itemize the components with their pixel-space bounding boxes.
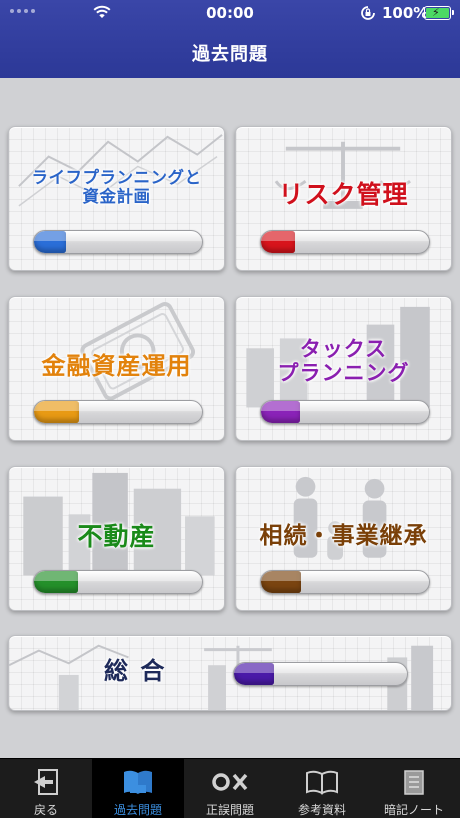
category-card-financial-assets[interactable]: 金融資産運用 [8, 296, 225, 441]
battery-icon: ⚡ [424, 6, 454, 20]
overall-progress-bar [233, 662, 408, 686]
category-card-tax-planning[interactable]: タックス プランニング [235, 296, 452, 441]
tab-back[interactable]: 戻る [0, 759, 92, 818]
category-card-risk-management[interactable]: リスク管理 [235, 126, 452, 271]
progress-bar [33, 570, 203, 594]
overall-label: 総 合 [104, 657, 167, 685]
tab-notes[interactable]: 暗記ノート [368, 759, 460, 818]
true-false-icon [212, 773, 248, 791]
tab-label: 参考資料 [297, 803, 346, 817]
category-label: リスク管理 [278, 180, 409, 209]
battery-percent: 100% [382, 4, 429, 22]
category-label-line2: 資金計画 [82, 186, 151, 206]
tab-references[interactable]: 参考資料 [276, 759, 368, 818]
progress-bar [33, 400, 203, 424]
progress-bar [260, 230, 430, 254]
progress-bar [33, 230, 203, 254]
category-card-overall[interactable]: 総 合 [8, 635, 452, 711]
progress-bar [260, 570, 430, 594]
tab-bar: 戻る 過去問題 正誤問題 参考資料 暗記ノート [0, 758, 460, 818]
status-bar: 00:00 100% ⚡ [0, 0, 460, 26]
page-title: 過去問題 [192, 44, 268, 65]
category-label: 不動産 [77, 522, 156, 551]
app-header: 00:00 100% ⚡ 過去問題 [0, 0, 460, 78]
category-card-inheritance[interactable]: 相続・事業継承 [235, 466, 452, 611]
category-label-line1: ライフプランニングと [31, 168, 202, 187]
tab-true-false[interactable]: 正誤問題 [184, 759, 276, 818]
category-label-line1: タックス [299, 337, 388, 361]
rotation-lock-icon [361, 6, 375, 20]
category-label: 金融資産運用 [41, 352, 192, 380]
tab-past-exams[interactable]: 過去問題 [92, 759, 184, 818]
book-icon [124, 770, 152, 794]
tab-label: 戻る [33, 803, 58, 817]
notebook-icon [404, 770, 424, 795]
back-icon [34, 769, 58, 795]
category-label: 相続・事業継承 [259, 523, 428, 549]
open-book-icon [306, 770, 338, 795]
tab-label: 暗記ノート [383, 803, 444, 817]
category-grid: ライフプランニングと 資金計画 リスク管理 金融資産運用 タックス プランニング… [0, 78, 460, 758]
category-label-line2: プランニング [277, 361, 410, 386]
tab-label: 過去問題 [113, 803, 162, 817]
category-card-real-estate[interactable]: 不動産 [8, 466, 225, 611]
category-card-life-planning[interactable]: ライフプランニングと 資金計画 [8, 126, 225, 271]
progress-bar [260, 400, 430, 424]
tab-label: 正誤問題 [205, 803, 254, 817]
category-label: タックス プランニング [236, 337, 451, 385]
category-label: ライフプランニングと 資金計画 [9, 168, 224, 207]
